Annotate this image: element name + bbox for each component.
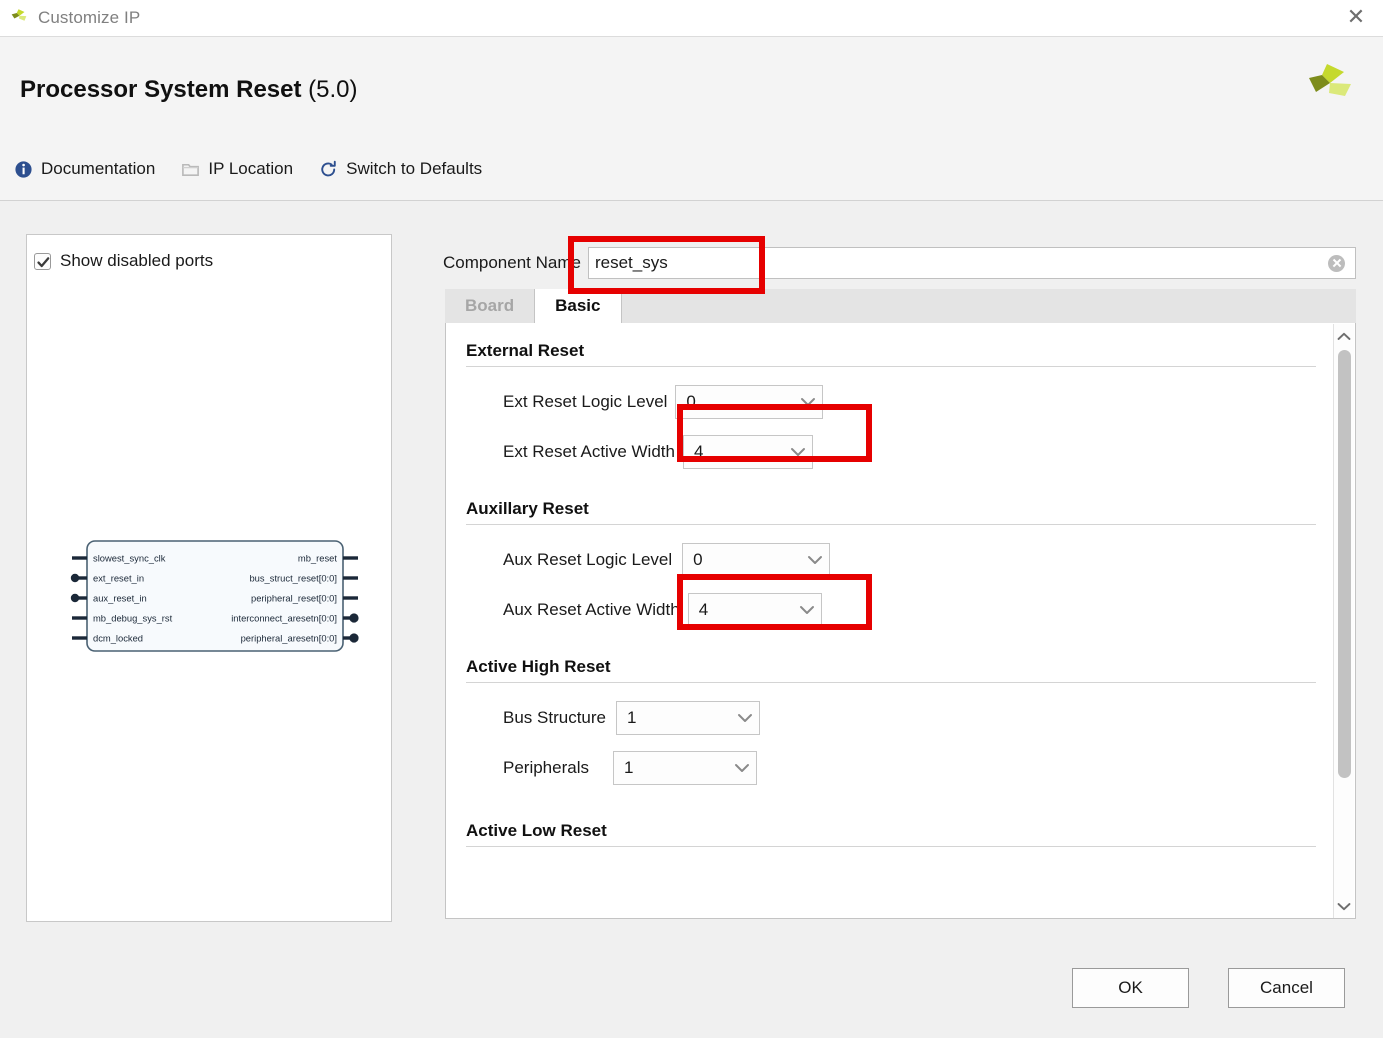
info-icon — [15, 160, 32, 178]
tab-board[interactable]: Board — [445, 289, 534, 323]
chevron-down-icon — [801, 555, 829, 565]
chevron-up-icon[interactable] — [1334, 326, 1354, 346]
section-title-active-low-reset: Active Low Reset — [466, 821, 607, 840]
field-label: Aux Reset Active Width — [503, 600, 680, 619]
ip-location-label: IP Location — [208, 159, 294, 178]
basic-tab-content: External Reset Ext Reset Logic Level 0 E… — [446, 323, 1334, 847]
ok-button[interactable]: OK — [1072, 968, 1189, 1008]
xilinx-logo-icon — [1309, 64, 1351, 96]
section-title-auxillary-reset: Auxillary Reset — [466, 499, 589, 518]
ip-block-diagram: slowest_sync_clk ext_reset_in aux_reset_… — [70, 540, 359, 652]
switch-to-defaults-label: Switch to Defaults — [346, 159, 483, 178]
ip-version: (5.0) — [308, 76, 358, 103]
combo-value: 0 — [686, 392, 696, 411]
ip-location-button[interactable]: IP Location — [181, 159, 293, 179]
port-label-in-0: slowest_sync_clk — [93, 553, 166, 564]
vertical-scrollbar[interactable] — [1333, 324, 1354, 918]
port-label-in-4: dcm_locked — [93, 633, 143, 644]
switch-to-defaults-button[interactable]: Switch to Defaults — [319, 159, 482, 179]
field-ext-reset-active-width: Ext Reset Active Width 4 — [446, 427, 1334, 477]
check-icon — [37, 256, 50, 267]
bus-structure-combobox[interactable]: 1 — [616, 701, 760, 735]
combo-value: 4 — [693, 442, 704, 461]
section-title-external-reset: External Reset — [466, 341, 585, 360]
checkbox-box — [34, 252, 51, 270]
peripherals-combobox[interactable]: 1 — [613, 751, 757, 785]
field-bus-structure: Bus Structure 1 — [446, 693, 1334, 743]
component-name-input[interactable] — [588, 249, 1328, 277]
field-label: Ext Reset Active Width — [503, 442, 675, 461]
field-aux-reset-logic-level: Aux Reset Logic Level 0 — [446, 535, 1334, 585]
field-aux-reset-active-width: Aux Reset Active Width 4 — [446, 585, 1334, 635]
xilinx-logo-icon — [11, 9, 27, 21]
scrollbar-thumb[interactable] — [1338, 350, 1351, 778]
chevron-down-icon — [731, 713, 759, 723]
page-title: Processor System Reset (5.0) — [20, 76, 358, 104]
component-name-label: Component Name — [443, 253, 581, 272]
field-ext-reset-logic-level: Ext Reset Logic Level 0 — [446, 377, 1334, 427]
chevron-down-icon[interactable] — [1334, 896, 1354, 916]
aux-reset-logic-level-combobox[interactable]: 0 — [682, 543, 831, 577]
port-label-out-1: bus_struct_reset[0:0] — [249, 573, 337, 584]
port-label-out-3: interconnect_aresetn[0:0] — [231, 613, 337, 624]
chevron-down-icon — [784, 447, 812, 457]
field-label: Bus Structure — [503, 708, 606, 727]
combo-value: 4 — [698, 600, 709, 619]
ports-preview-panel: Show disabled ports slowest_sync_clk ext… — [26, 234, 392, 922]
port-label-in-1: ext_reset_in — [93, 573, 144, 584]
section-active-low-reset: Active Low Reset — [446, 793, 1334, 847]
header-toolbar: Documentation IP Location Switch to Defa… — [14, 159, 482, 179]
chevron-down-icon — [728, 763, 756, 773]
ext-reset-active-width-combobox[interactable]: 4 — [682, 435, 813, 469]
close-icon[interactable]: ✕ — [1341, 4, 1371, 32]
section-external-reset: External Reset Ext Reset Logic Level 0 E… — [446, 323, 1334, 477]
field-label: Peripherals — [503, 758, 589, 777]
window-title: Customize IP — [38, 8, 141, 27]
chevron-down-icon — [794, 397, 822, 407]
show-disabled-ports-checkbox[interactable]: Show disabled ports — [34, 251, 213, 271]
section-auxillary-reset: Auxillary Reset Aux Reset Logic Level 0 … — [446, 477, 1334, 635]
documentation-label: Documentation — [41, 159, 156, 178]
refresh-icon — [321, 160, 336, 176]
port-label-out-2: peripheral_reset[0:0] — [251, 593, 337, 604]
chevron-down-icon — [793, 605, 821, 615]
combo-value: 1 — [624, 758, 634, 777]
documentation-button[interactable]: Documentation — [14, 159, 155, 179]
combo-value: 0 — [693, 550, 703, 569]
section-divider — [466, 846, 1316, 847]
component-name-row: Component Name — [443, 244, 1356, 282]
tab-bar: Board Basic — [445, 289, 1356, 324]
ip-header: Processor System Reset (5.0) Documentati… — [0, 37, 1383, 201]
aux-reset-active-width-combobox[interactable]: 4 — [687, 593, 822, 627]
field-peripherals: Peripherals 1 — [446, 743, 1334, 793]
section-active-high-reset: Active High Reset Bus Structure 1 Periph… — [446, 635, 1334, 793]
folder-icon — [182, 163, 200, 176]
clear-circle-icon[interactable] — [1328, 254, 1345, 272]
port-label-in-2: aux_reset_in — [93, 593, 147, 604]
show-disabled-ports-label: Show disabled ports — [60, 251, 214, 270]
port-label-out-0: mb_reset — [298, 553, 337, 564]
combo-value: 1 — [627, 708, 637, 727]
config-panel: Component Name Board Basic External Rese… — [443, 236, 1356, 924]
basic-tab-panel: External Reset Ext Reset Logic Level 0 E… — [445, 323, 1356, 919]
window-titlebar: Customize IP ✕ — [0, 0, 1383, 37]
port-label-out-4: peripheral_aresetn[0:0] — [241, 633, 337, 644]
field-label: Ext Reset Logic Level — [503, 392, 668, 411]
ip-name: Processor System Reset — [20, 76, 302, 103]
section-title-active-high-reset: Active High Reset — [466, 657, 611, 676]
field-label: Aux Reset Logic Level — [503, 550, 673, 569]
component-name-field[interactable] — [587, 247, 1356, 279]
ext-reset-logic-level-combobox[interactable]: 0 — [675, 385, 824, 419]
port-label-in-3: mb_debug_sys_rst — [93, 613, 173, 624]
tab-basic[interactable]: Basic — [534, 289, 622, 323]
cancel-button[interactable]: Cancel — [1228, 968, 1345, 1008]
